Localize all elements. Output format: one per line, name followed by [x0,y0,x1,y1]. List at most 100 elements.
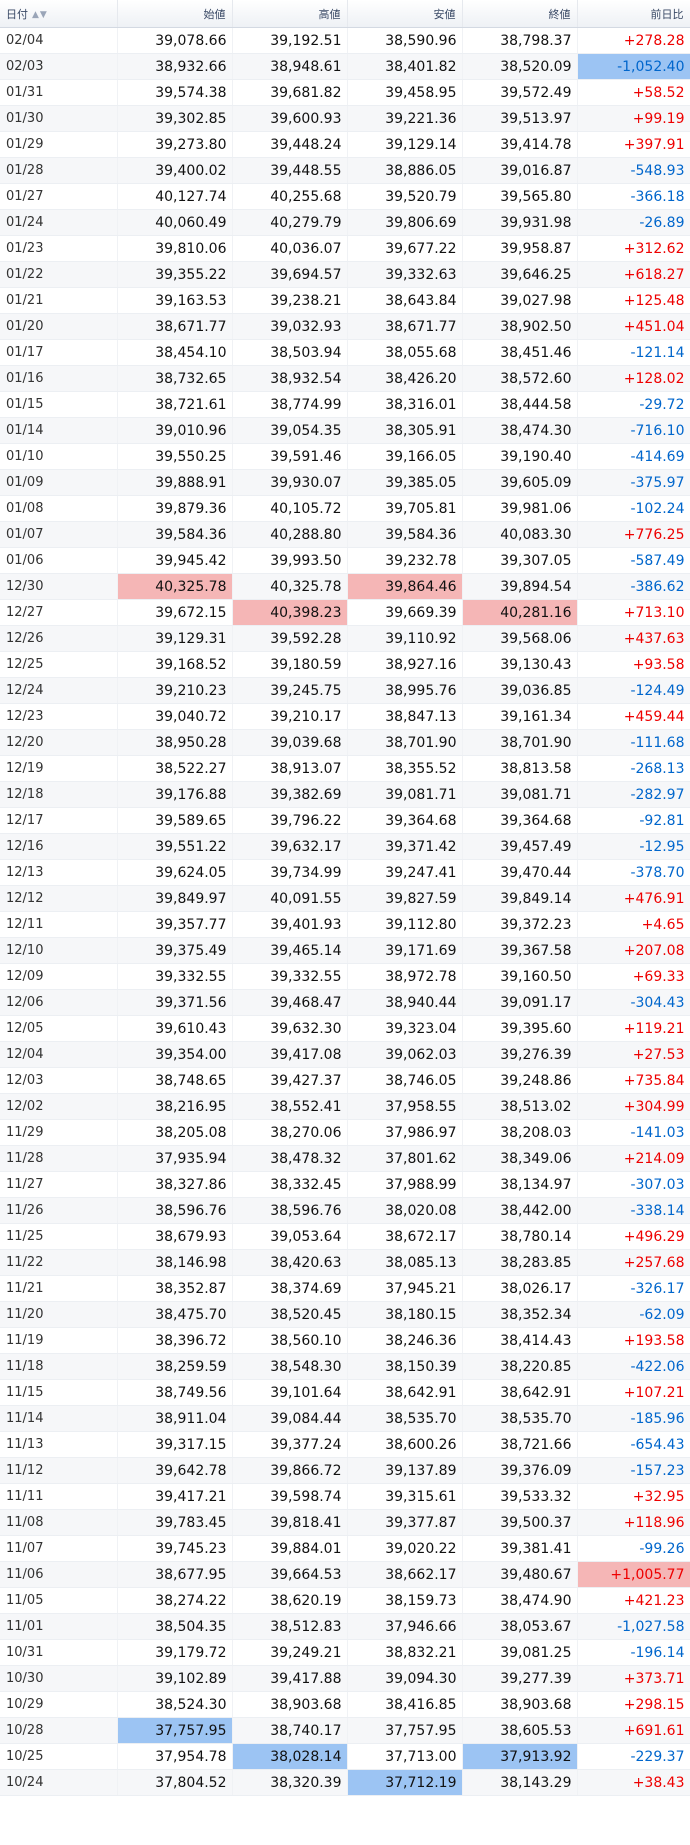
close-cell: 38,721.66 [462,1431,578,1458]
table-row: 01/10 39,550.25 39,591.46 39,166.05 39,190.4… [0,443,690,470]
close-cell: 39,513.97 [462,105,578,132]
table-row: 11/11 39,417.21 39,598.74 39,315.61 39,533.3… [0,1483,690,1510]
table-row: 11/20 38,475.70 38,520.45 38,180.15 38,352.3… [0,1301,690,1328]
open-cell: 38,146.98 [117,1249,233,1276]
high-cell: 40,036.07 [232,235,348,262]
date-cell: 01/14 [0,417,118,444]
close-cell: 39,894.54 [462,573,578,600]
table-row: 11/19 38,396.72 38,560.10 38,246.36 38,414.4… [0,1327,690,1354]
table-row: 11/01 38,504.35 38,512.83 37,946.66 38,053.6… [0,1613,690,1640]
date-cell: 11/28 [0,1145,118,1172]
open-cell: 39,210.23 [117,677,233,704]
date-cell: 01/28 [0,157,118,184]
change-cell: -268.13 [577,755,690,782]
low-cell: 38,972.78 [347,963,463,990]
date-cell: 11/19 [0,1327,118,1354]
high-cell: 39,866.72 [232,1457,348,1484]
table-row: 10/29 38,524.30 38,903.68 38,416.85 38,903.6… [0,1691,690,1718]
low-cell: 38,355.52 [347,755,463,782]
change-cell: -375.97 [577,469,690,496]
high-cell: 38,774.99 [232,391,348,418]
high-cell: 38,948.61 [232,53,348,80]
change-cell: +312.62 [577,235,690,262]
low-cell: 38,746.05 [347,1067,463,1094]
change-cell: -121.14 [577,339,690,366]
change-cell: +776.25 [577,521,690,548]
high-column-header[interactable]: 高値 [232,0,348,28]
change-cell: +437.63 [577,625,690,652]
open-cell: 39,550.25 [117,443,233,470]
close-cell: 40,281.16 [462,599,578,626]
table-row: 11/22 38,146.98 38,420.63 38,085.13 38,283.8… [0,1249,690,1276]
change-cell: +1,005.77 [577,1561,690,1588]
change-cell: +451.04 [577,313,690,340]
table-row: 12/06 39,371.56 39,468.47 38,940.44 39,091.1… [0,989,690,1016]
close-cell: 39,091.17 [462,989,578,1016]
change-column-header[interactable]: 前日比 [577,0,690,28]
date-cell: 12/10 [0,937,118,964]
high-cell: 38,903.68 [232,1691,348,1718]
close-cell: 39,533.32 [462,1483,578,1510]
date-cell: 11/15 [0,1379,118,1406]
open-column-header[interactable]: 始値 [117,0,233,28]
high-cell: 39,417.88 [232,1665,348,1692]
date-cell: 12/13 [0,859,118,886]
table-row: 01/17 38,454.10 38,503.94 38,055.68 38,451.4… [0,339,690,366]
table-row: 01/31 39,574.38 39,681.82 39,458.95 39,572.4… [0,79,690,106]
date-cell: 01/08 [0,495,118,522]
low-cell: 38,055.68 [347,339,463,366]
open-cell: 39,810.06 [117,235,233,262]
open-cell: 38,677.95 [117,1561,233,1588]
change-cell: -716.10 [577,417,690,444]
table-row: 01/23 39,810.06 40,036.07 39,677.22 39,958.8… [0,235,690,262]
high-cell: 38,620.19 [232,1587,348,1614]
low-cell: 38,927.16 [347,651,463,678]
table-row: 01/30 39,302.85 39,600.93 39,221.36 39,513.9… [0,105,690,132]
close-cell: 38,520.09 [462,53,578,80]
open-cell: 38,721.61 [117,391,233,418]
low-cell: 39,315.61 [347,1483,463,1510]
sort-arrows-icon[interactable]: ▲▼ [32,10,48,20]
date-cell: 10/30 [0,1665,118,1692]
table-row: 10/25 37,954.78 38,028.14 37,713.00 37,913.9… [0,1743,690,1770]
date-cell: 11/07 [0,1535,118,1562]
open-cell: 39,371.56 [117,989,233,1016]
close-cell: 38,474.30 [462,417,578,444]
change-cell: -338.14 [577,1197,690,1224]
open-cell: 39,624.05 [117,859,233,886]
high-cell: 39,734.99 [232,859,348,886]
table-row: 01/24 40,060.49 40,279.79 39,806.69 39,931.9… [0,209,690,236]
date-cell: 01/15 [0,391,118,418]
date-column-header[interactable]: 日付 ▲▼ [0,0,118,28]
open-cell: 38,671.77 [117,313,233,340]
open-cell: 39,589.65 [117,807,233,834]
low-cell: 39,806.69 [347,209,463,236]
close-cell: 39,414.78 [462,131,578,158]
high-cell: 39,249.21 [232,1639,348,1666]
date-cell: 01/30 [0,105,118,132]
table-row: 12/12 39,849.97 40,091.55 39,827.59 39,849.1… [0,885,690,912]
high-cell: 38,478.32 [232,1145,348,1172]
change-cell: -102.24 [577,495,690,522]
open-cell: 39,672.15 [117,599,233,626]
close-cell: 39,849.14 [462,885,578,912]
high-cell: 38,270.06 [232,1119,348,1146]
change-cell: -422.06 [577,1353,690,1380]
low-cell: 37,946.66 [347,1613,463,1640]
low-cell: 38,662.17 [347,1561,463,1588]
low-cell: 39,677.22 [347,235,463,262]
low-column-header[interactable]: 安値 [347,0,463,28]
table-row: 01/22 39,355.22 39,694.57 39,332.63 39,646.2… [0,261,690,288]
table-row: 12/24 39,210.23 39,245.75 38,995.76 39,036.8… [0,677,690,704]
close-cell: 39,276.39 [462,1041,578,1068]
table-row: 12/04 39,354.00 39,417.08 39,062.03 39,276.3… [0,1041,690,1068]
close-column-header[interactable]: 終値 [462,0,578,28]
table-row: 12/02 38,216.95 38,552.41 37,958.55 38,513.0… [0,1093,690,1120]
high-cell: 40,325.78 [232,573,348,600]
table-header-row: 日付 ▲▼ 始値 高値 安値 終値 前日比 [0,0,690,28]
high-cell: 38,552.41 [232,1093,348,1120]
open-cell: 39,129.31 [117,625,233,652]
low-cell: 39,094.30 [347,1665,463,1692]
date-cell: 11/05 [0,1587,118,1614]
date-cell: 12/03 [0,1067,118,1094]
